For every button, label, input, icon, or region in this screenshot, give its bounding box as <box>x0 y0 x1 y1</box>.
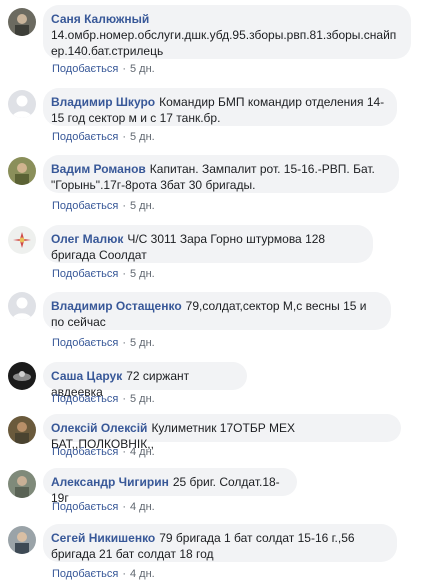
comment-author-link[interactable]: Саня Калюжный <box>51 12 149 26</box>
separator-dot: · <box>122 268 126 280</box>
avatar[interactable] <box>8 8 36 36</box>
comment-actions: Подобається · 5 дн. <box>52 392 155 406</box>
timestamp-link[interactable]: 5 дн. <box>130 200 155 212</box>
separator-dot: · <box>122 200 126 212</box>
timestamp-link[interactable]: 5 дн. <box>130 131 155 143</box>
comment-author-link[interactable]: Владимир Шкуро <box>51 95 155 109</box>
avatar[interactable] <box>8 470 36 498</box>
separator-dot: · <box>122 337 126 349</box>
comment-author-link[interactable]: Вадим Романов <box>51 162 146 176</box>
like-button[interactable]: Подобається <box>52 200 118 212</box>
like-button[interactable]: Подобається <box>52 337 118 349</box>
like-button[interactable]: Подобається <box>52 501 118 513</box>
comment-actions: Подобається · 4 дн. <box>52 567 155 581</box>
avatar[interactable] <box>8 526 36 554</box>
timestamp-link[interactable]: 5 дн. <box>130 268 155 280</box>
avatar[interactable] <box>8 157 36 185</box>
comment-text: 14.омбр.номер.обслуги.дшк.убд.95.зборы.р… <box>51 28 397 58</box>
comment-bubble: Олег Малюк Ч/С 3011 Зара Горно штурмова 1… <box>43 225 373 263</box>
like-button[interactable]: Подобається <box>52 268 118 280</box>
separator-dot: · <box>122 63 126 75</box>
timestamp-link[interactable]: 5 дн. <box>130 63 155 75</box>
comment-bubble: Олексій Олексій Кулиметник 17ОТБР МЕХ БАТ… <box>43 414 401 451</box>
comment-actions: Подобається · 4 дн. <box>52 500 155 514</box>
comment-bubble: Александр Чигирин 25 бриг. Солдат.18-19г <box>43 468 297 505</box>
comment-actions: Подобається · 5 дн. <box>52 267 155 281</box>
comment-author-link[interactable]: Саша Царук <box>51 369 122 383</box>
comment-author-link[interactable]: Олег Малюк <box>51 232 123 246</box>
comment-author-link[interactable]: Владимир Остащенко <box>51 299 182 313</box>
comment-actions: Подобається · 5 дн. <box>52 336 155 350</box>
comment-bubble: Вадим Романов Капитан. Зампалит рот. 15-1… <box>43 155 399 193</box>
comment-bubble: Саня Калюжный 14.омбр.номер.обслуги.дшк.… <box>43 5 411 59</box>
separator-dot: · <box>122 501 126 513</box>
separator-dot: · <box>122 393 126 405</box>
separator-dot: · <box>122 131 126 143</box>
timestamp-link[interactable]: 4 дн. <box>130 446 155 458</box>
avatar[interactable] <box>8 292 36 320</box>
avatar[interactable] <box>8 416 36 444</box>
comment-bubble: Владимир Остащенко 79,солдат,сектор М,с в… <box>43 292 391 330</box>
comment-actions: Подобається · 5 дн. <box>52 199 155 213</box>
timestamp-link[interactable]: 4 дн. <box>130 568 155 580</box>
separator-dot: · <box>122 568 126 580</box>
comment-actions: Подобається · 5 дн. <box>52 62 155 76</box>
comment-bubble: Сегей Никишенко 79 бригада 1 бат солдат 1… <box>43 524 397 562</box>
like-button[interactable]: Подобається <box>52 63 118 75</box>
timestamp-link[interactable]: 4 дн. <box>130 501 155 513</box>
like-button[interactable]: Подобається <box>52 131 118 143</box>
timestamp-link[interactable]: 5 дн. <box>130 393 155 405</box>
avatar[interactable] <box>8 362 36 390</box>
like-button[interactable]: Подобається <box>52 446 118 458</box>
separator-dot: · <box>122 446 126 458</box>
like-button[interactable]: Подобається <box>52 393 118 405</box>
comment-bubble: Саша Царук 72 сиржант авдеевка <box>43 362 247 399</box>
comment-author-link[interactable]: Александр Чигирин <box>51 475 169 489</box>
comment-actions: Подобається · 4 дн. <box>52 445 155 459</box>
comment-author-link[interactable]: Сегей Никишенко <box>51 531 155 545</box>
avatar[interactable] <box>8 226 36 254</box>
like-button[interactable]: Подобається <box>52 568 118 580</box>
avatar[interactable] <box>8 90 36 118</box>
timestamp-link[interactable]: 5 дн. <box>130 337 155 349</box>
comment-actions: Подобається · 5 дн. <box>52 130 155 144</box>
comment-author-link[interactable]: Олексій Олексій <box>51 421 147 435</box>
comment-bubble: Владимир Шкуро Командир БМП командир отде… <box>43 88 397 126</box>
